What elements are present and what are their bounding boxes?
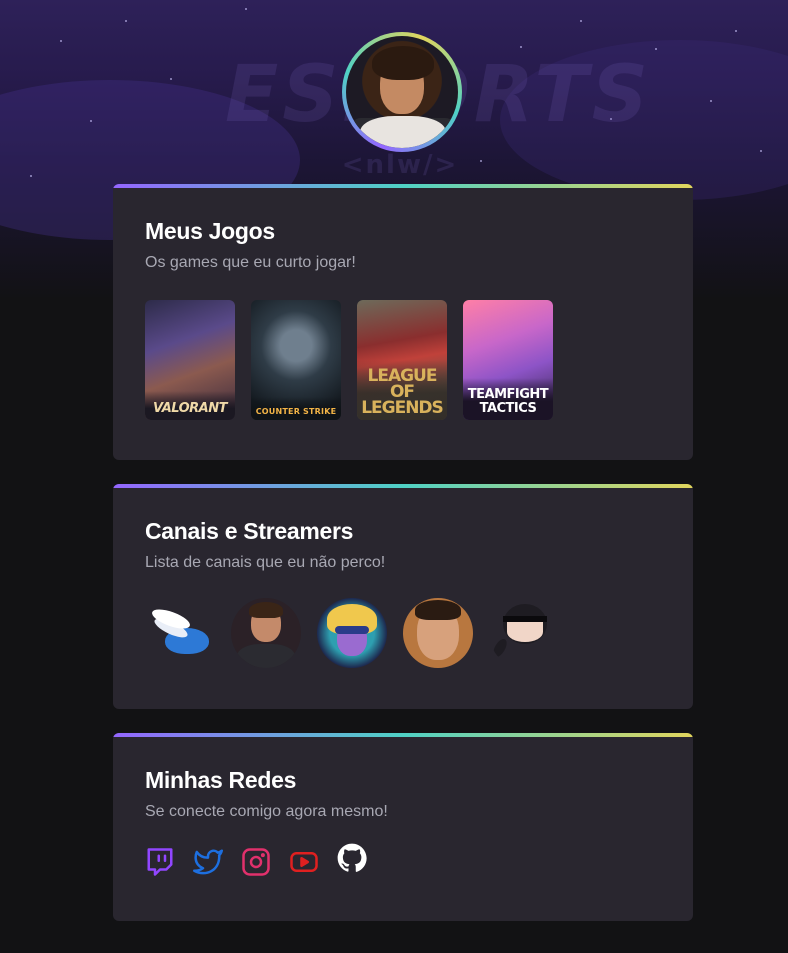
game-title: LEAGUE OF LEGENDS: [357, 360, 447, 420]
social-links: [145, 843, 367, 877]
channel-winged-logo-avatar[interactable]: [145, 598, 215, 668]
game-counter-strike[interactable]: COUNTER STRIKE: [251, 300, 341, 420]
game-title: VALORANT: [145, 391, 235, 420]
game-valorant[interactable]: VALORANT: [145, 300, 235, 420]
github-icon[interactable]: [337, 843, 367, 873]
channels-card: Canais e Streamers Lista de canais que e…: [113, 484, 693, 709]
games-list: VALORANT COUNTER STRIKE LEAGUE OF LEGEND…: [145, 300, 553, 420]
instagram-icon[interactable]: [241, 847, 271, 877]
youtube-icon[interactable]: [289, 847, 319, 877]
game-league-of-legends[interactable]: LEAGUE OF LEGENDS: [357, 300, 447, 420]
channels-card-subtitle: Lista de canais que eu não perco!: [145, 554, 386, 571]
games-card-subtitle: Os games que eu curto jogar!: [145, 254, 356, 271]
games-card-title: Meus Jogos: [145, 218, 275, 244]
games-card: Meus Jogos Os games que eu curto jogar! …: [113, 184, 693, 460]
networks-card: Minhas Redes Se conecte comigo agora mes…: [113, 733, 693, 921]
channel-cartoon-hero-avatar[interactable]: [317, 598, 387, 668]
channel-ninja-avatar[interactable]: [489, 598, 559, 668]
profile-photo: [346, 36, 458, 148]
channels-card-title: Canais e Streamers: [145, 518, 354, 544]
networks-card-subtitle: Se conecte comigo agora mesmo!: [145, 803, 388, 820]
networks-card-title: Minhas Redes: [145, 767, 297, 793]
twitter-icon[interactable]: [193, 847, 223, 877]
channel-streamer-avatar-1[interactable]: [231, 598, 301, 668]
channel-streamer-avatar-2[interactable]: [403, 598, 473, 668]
profile-avatar: [342, 32, 462, 152]
game-title: COUNTER STRIKE: [251, 397, 341, 420]
game-teamfight-tactics[interactable]: TEAMFIGHT TACTICS: [463, 300, 553, 420]
game-title: TEAMFIGHT TACTICS: [463, 378, 553, 420]
twitch-icon[interactable]: [145, 847, 175, 877]
channels-list: [145, 598, 559, 668]
